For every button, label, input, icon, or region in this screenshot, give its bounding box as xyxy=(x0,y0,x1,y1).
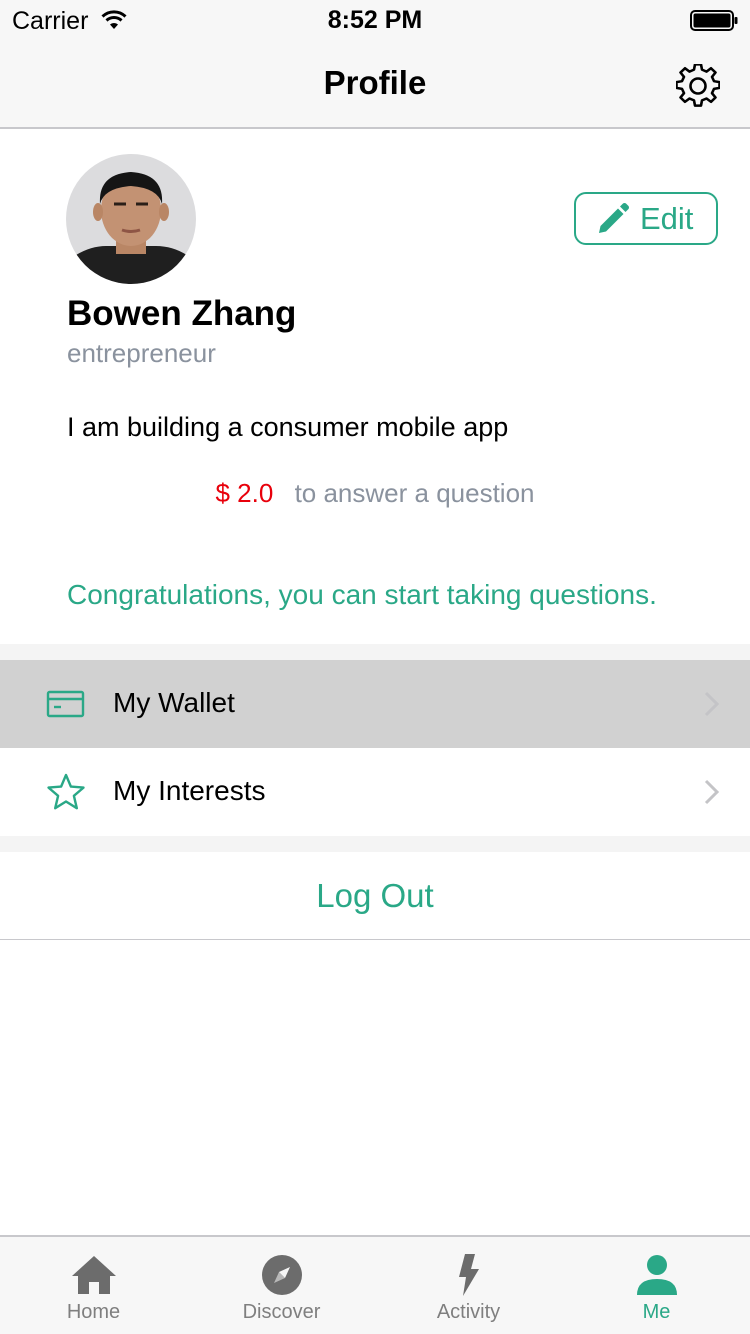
tab-home[interactable]: Home xyxy=(0,1237,187,1334)
tab-label: Activity xyxy=(436,1301,501,1323)
logout-button[interactable]: Log Out xyxy=(0,852,750,940)
nav-bar: Profile xyxy=(0,40,750,129)
tab-label: Me xyxy=(642,1301,671,1323)
tab-activity[interactable]: Activity xyxy=(375,1237,562,1334)
person-icon xyxy=(636,1255,677,1295)
status-time: 8:52 PM xyxy=(327,6,423,34)
tab-bar: Home Discover Activity Me xyxy=(0,1235,750,1334)
congratulations-message: Congratulations, you can start taking qu… xyxy=(67,579,657,610)
avatar-photo xyxy=(66,154,196,284)
menu-item-my-interests[interactable]: My Interests xyxy=(0,748,750,836)
tab-label: Discover xyxy=(242,1301,321,1323)
rate-text: to answer a question xyxy=(294,478,535,508)
avatar xyxy=(66,154,196,284)
section-divider xyxy=(0,836,750,852)
pencil-icon xyxy=(599,202,629,233)
compass-icon xyxy=(261,1255,302,1295)
menu-item-my-wallet[interactable]: My Wallet xyxy=(0,660,750,748)
menu-item-label: My Interests xyxy=(113,775,266,806)
star-icon xyxy=(47,773,85,810)
profile-about: I am building a consumer mobile app xyxy=(67,412,509,442)
profile-title: entrepreneur xyxy=(67,338,216,368)
answer-rate: $ 2.0 to answer a question xyxy=(0,478,750,509)
status-bar: Carrier 8:52 PM xyxy=(0,0,750,40)
edit-label: Edit xyxy=(640,200,694,236)
tab-label: Home xyxy=(66,1301,121,1323)
tab-discover[interactable]: Discover xyxy=(188,1237,375,1334)
logout-label: Log Out xyxy=(316,876,434,914)
edit-profile-button[interactable]: Edit xyxy=(574,192,718,245)
page-title: Profile xyxy=(323,64,427,101)
home-icon xyxy=(71,1256,116,1294)
chevron-right-icon xyxy=(704,779,720,805)
lightning-icon xyxy=(458,1254,479,1296)
chevron-right-icon xyxy=(704,691,720,717)
menu-item-label: My Wallet xyxy=(113,687,235,718)
profile-name: Bowen Zhang xyxy=(67,294,297,333)
rate-price: $ 2.0 xyxy=(215,478,274,508)
section-divider xyxy=(0,644,750,660)
battery-icon xyxy=(690,10,738,31)
gear-icon[interactable] xyxy=(676,64,720,108)
tab-me[interactable]: Me xyxy=(563,1237,750,1334)
wallet-icon xyxy=(46,690,85,718)
